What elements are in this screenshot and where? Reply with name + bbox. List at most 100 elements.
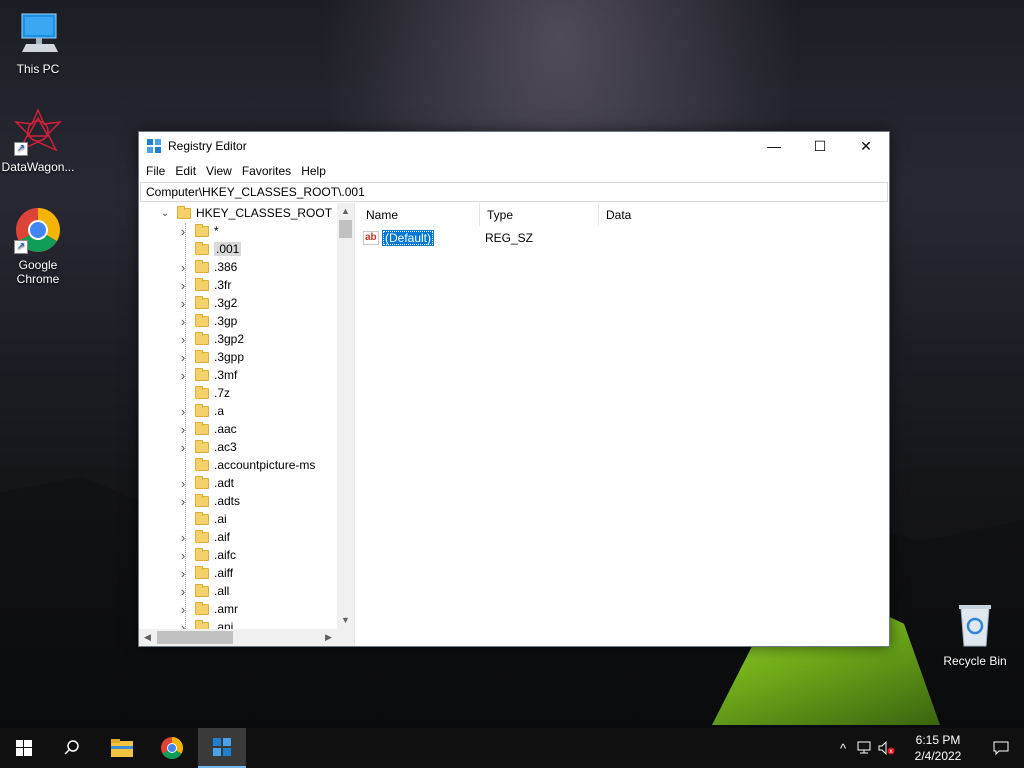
tree-item-label: .ani bbox=[214, 620, 234, 629]
tree-root-row[interactable]: ⌄ HKEY_CLASSES_ROOT bbox=[159, 204, 332, 222]
folder-icon bbox=[195, 385, 209, 399]
clock[interactable]: 6:15 PM 2/4/2022 bbox=[898, 732, 978, 764]
tree-item[interactable]: › .adt bbox=[177, 474, 234, 492]
scroll-right-icon[interactable]: ▶ bbox=[320, 629, 337, 646]
tree-item[interactable]: › .ani bbox=[177, 618, 233, 629]
tree-item[interactable]: › .3gp bbox=[177, 312, 237, 330]
chevron-right-icon[interactable]: › bbox=[177, 530, 189, 545]
tree-item[interactable]: › .aifc bbox=[177, 546, 236, 564]
tree-item[interactable]: › * bbox=[177, 222, 219, 240]
scroll-up-icon[interactable]: ▲ bbox=[337, 203, 354, 220]
network-icon[interactable] bbox=[854, 728, 876, 768]
tree-item[interactable]: › .ac3 bbox=[177, 438, 237, 456]
tree-item[interactable]: › .a bbox=[177, 402, 224, 420]
chevron-right-icon[interactable]: › bbox=[177, 602, 189, 617]
chevron-right-icon[interactable]: › bbox=[177, 404, 189, 419]
chevron-right-icon[interactable]: › bbox=[177, 278, 189, 293]
tree-item[interactable]: › .aac bbox=[177, 420, 237, 438]
maximize-button[interactable]: ☐ bbox=[797, 132, 843, 160]
tree-item[interactable]: › .386 bbox=[177, 258, 237, 276]
chevron-right-icon[interactable]: › bbox=[177, 296, 189, 311]
menu-edit[interactable]: Edit bbox=[170, 164, 201, 178]
tree-item[interactable]: › .3g2 bbox=[177, 294, 237, 312]
close-button[interactable]: ✕ bbox=[843, 132, 889, 160]
close-icon: ✕ bbox=[860, 137, 872, 154]
chevron-right-icon[interactable]: › bbox=[177, 368, 189, 383]
windows-logo-icon bbox=[16, 740, 32, 756]
chevron-right-icon[interactable]: › bbox=[177, 620, 189, 630]
tree-item[interactable]: › .all bbox=[177, 582, 229, 600]
menu-view[interactable]: View bbox=[201, 164, 237, 178]
menu-file[interactable]: File bbox=[141, 164, 170, 178]
folder-icon bbox=[195, 601, 209, 615]
column-header-name[interactable]: Name bbox=[359, 203, 480, 226]
tree-item[interactable]: › .aiff bbox=[177, 564, 233, 582]
tree-item[interactable]: .001 bbox=[177, 240, 242, 258]
value-row[interactable]: ab (Default) REG_SZ bbox=[363, 229, 533, 247]
folder-icon bbox=[195, 475, 209, 489]
column-header-type[interactable]: Type bbox=[480, 203, 599, 226]
desktop-icon-this-pc[interactable]: This PC bbox=[0, 10, 76, 76]
chevron-up-icon[interactable]: ^ bbox=[832, 728, 854, 768]
chevron-right-icon[interactable]: › bbox=[177, 476, 189, 491]
tree-item[interactable]: › .3mf bbox=[177, 366, 237, 384]
folder-icon bbox=[195, 529, 209, 543]
chevron-right-icon[interactable]: › bbox=[177, 350, 189, 365]
recycle-bin-icon bbox=[951, 602, 999, 650]
chevron-right-icon[interactable]: › bbox=[177, 548, 189, 563]
chevron-right-icon[interactable]: › bbox=[177, 566, 189, 581]
folder-icon bbox=[195, 313, 209, 327]
tree-item[interactable]: › .3gp2 bbox=[177, 330, 244, 348]
scroll-thumb[interactable] bbox=[157, 631, 233, 644]
desktop-icon-recycle-bin[interactable]: Recycle Bin bbox=[937, 602, 1013, 668]
desktop-icon-google-chrome[interactable]: ↗ Google Chrome bbox=[0, 206, 76, 286]
tree-item[interactable]: › .3fr bbox=[177, 276, 231, 294]
folder-icon bbox=[195, 565, 209, 579]
registry-editor-window[interactable]: Registry Editor — ☐ ✕ File Edit View Fav… bbox=[138, 131, 890, 647]
tree-item[interactable]: .accountpicture-ms bbox=[177, 456, 315, 474]
tree-item[interactable]: › .amr bbox=[177, 600, 238, 618]
chevron-right-icon[interactable]: › bbox=[177, 314, 189, 329]
chevron-right-icon[interactable]: › bbox=[177, 440, 189, 455]
tree-vertical-scrollbar[interactable]: ▲ ▼ bbox=[337, 203, 354, 629]
registry-editor-icon bbox=[146, 138, 162, 154]
values-header: Name Type Data bbox=[359, 203, 889, 227]
volume-muted-icon[interactable]: x bbox=[876, 728, 898, 768]
computer-icon bbox=[14, 10, 62, 58]
tree-item[interactable]: .ai bbox=[177, 510, 227, 528]
taskbar-file-explorer[interactable] bbox=[98, 728, 146, 768]
scroll-thumb[interactable] bbox=[339, 220, 352, 238]
minimize-button[interactable]: — bbox=[751, 132, 797, 160]
tree-item[interactable]: › .aif bbox=[177, 528, 230, 546]
key-tree-pane[interactable]: ⌄ HKEY_CLASSES_ROOT › * .001 › .386 › .3fr › .3g… bbox=[139, 203, 355, 646]
chevron-right-icon[interactable]: › bbox=[177, 584, 189, 599]
chevron-right-icon[interactable]: › bbox=[177, 422, 189, 437]
chevron-right-icon[interactable]: › bbox=[177, 224, 189, 239]
tree-horizontal-scrollbar[interactable]: ◀ ▶ bbox=[139, 629, 337, 646]
scroll-left-icon[interactable]: ◀ bbox=[139, 629, 156, 646]
notification-button[interactable] bbox=[978, 728, 1024, 768]
start-button[interactable] bbox=[0, 728, 48, 768]
chevron-right-icon[interactable]: › bbox=[177, 260, 189, 275]
address-bar[interactable]: Computer\HKEY_CLASSES_ROOT\.001 bbox=[140, 182, 888, 202]
search-button[interactable] bbox=[48, 728, 96, 768]
tree-item-label: .adt bbox=[214, 476, 235, 490]
column-header-data[interactable]: Data bbox=[599, 203, 889, 226]
chevron-right-icon[interactable]: › bbox=[177, 494, 189, 509]
values-pane[interactable]: Name Type Data ab (Default) REG_SZ bbox=[359, 203, 889, 646]
menu-favorites[interactable]: Favorites bbox=[237, 164, 296, 178]
taskbar-registry-editor[interactable] bbox=[198, 728, 246, 768]
desktop-icon-datawagon[interactable]: ↗ DataWagon... bbox=[0, 108, 76, 174]
tree-item[interactable]: › .adts bbox=[177, 492, 240, 510]
scroll-down-icon[interactable]: ▼ bbox=[337, 612, 354, 629]
tree-item[interactable]: .7z bbox=[177, 384, 230, 402]
chevron-down-icon[interactable]: ⌄ bbox=[159, 208, 171, 219]
taskbar-chrome[interactable] bbox=[148, 728, 196, 768]
value-name: (Default) bbox=[382, 230, 435, 246]
chevron-right-icon[interactable]: › bbox=[177, 332, 189, 347]
tree-item[interactable]: › .3gpp bbox=[177, 348, 244, 366]
taskbar: ^ x 6:15 PM 2/4/2022 bbox=[0, 728, 1024, 768]
folder-icon bbox=[195, 349, 209, 363]
title-bar[interactable]: Registry Editor — ☐ ✕ bbox=[139, 132, 889, 160]
menu-help[interactable]: Help bbox=[296, 164, 331, 178]
